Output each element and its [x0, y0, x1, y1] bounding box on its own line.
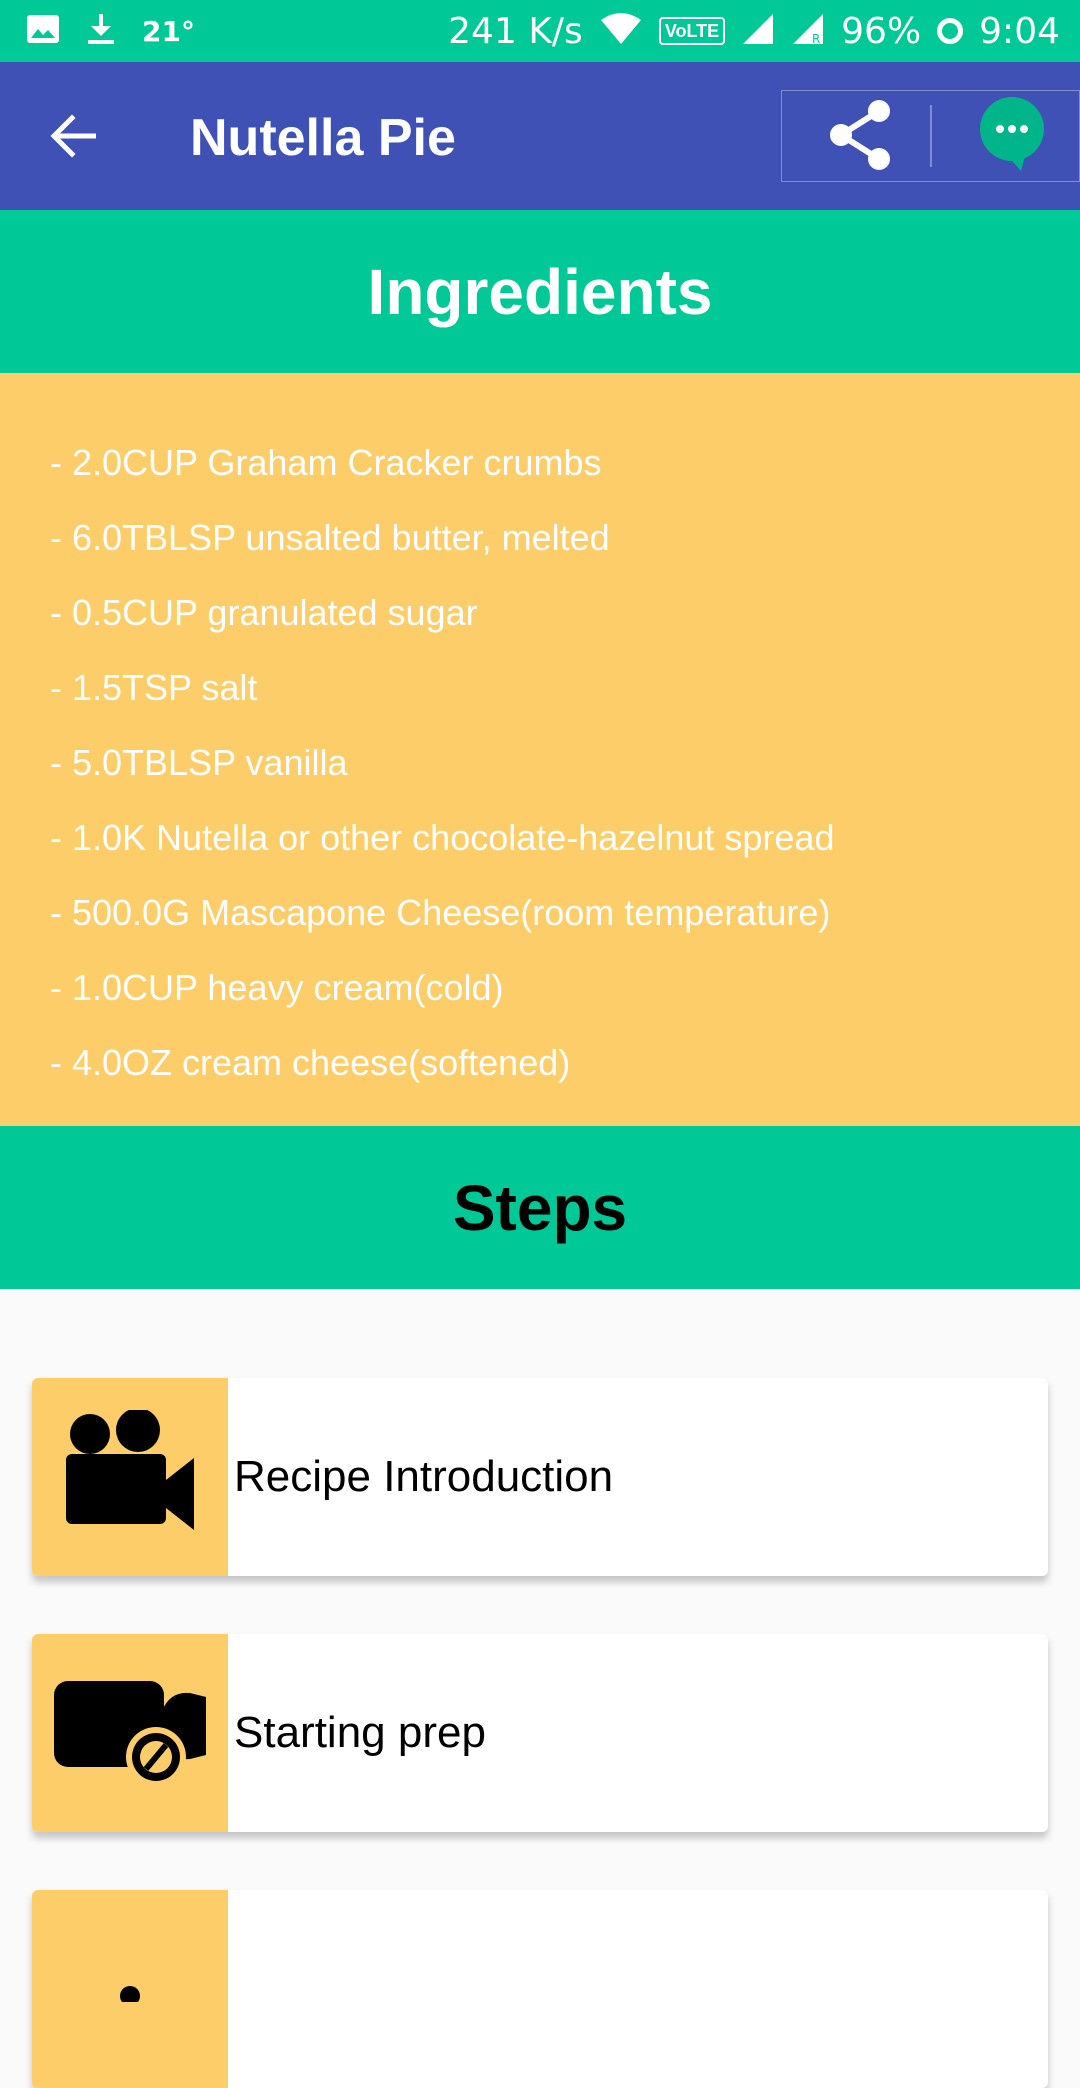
chat-bubble-icon: [977, 96, 1047, 178]
step-thumbnail: [32, 1634, 228, 1832]
ingredient-item: - 5.0TBLSP vanilla: [50, 742, 348, 783]
page-title: Nutella Pie: [190, 109, 456, 167]
status-bar-right: 241 K/s VoLTE R 96% 9:04: [432, 11, 1060, 52]
signal-icon: [741, 12, 775, 51]
ingredient-item: - 0.5CUP granulated sugar: [50, 592, 478, 633]
app-bar-actions: [781, 90, 1080, 182]
signal-roaming-icon: R: [791, 12, 825, 51]
step-label: Starting prep: [234, 1708, 486, 1757]
ingredients-header: Ingredients: [0, 210, 1080, 373]
ingredient-item: - 500.0G Mascapone Cheese(room temperatu…: [50, 892, 831, 933]
share-button[interactable]: [822, 99, 898, 175]
step-card-starting-prep[interactable]: Starting prep: [32, 1634, 1048, 1832]
download-icon: [84, 12, 118, 51]
steps-header: Steps: [0, 1126, 1080, 1289]
action-divider: [930, 105, 932, 167]
image-icon: [26, 14, 60, 49]
volte-icon: VoLTE: [658, 17, 726, 45]
status-bar: 21° 241 K/s VoLTE R 96% 9:04: [0, 0, 1080, 62]
ingredient-item: - 1.0K Nutella or other chocolate-hazeln…: [50, 817, 835, 858]
ingredients-list: - 2.0CUP Graham Cracker crumbs - 6.0TBLS…: [0, 373, 1080, 1126]
video-camera-icon: [100, 1972, 160, 2007]
network-speed-text: 241 K/s: [448, 10, 583, 52]
temperature-text: 21°: [142, 14, 195, 48]
battery-percent-text: 96%: [841, 10, 922, 52]
ingredient-item: - 2.0CUP Graham Cracker crumbs: [50, 442, 602, 483]
ingredient-item: - 6.0TBLSP unsalted butter, melted: [50, 517, 610, 558]
ingredient-item: - 1.0CUP heavy cream(cold): [50, 967, 504, 1008]
wifi-icon: [599, 12, 643, 51]
arrow-back-icon: [48, 113, 97, 163]
clock-text: 9:04: [979, 10, 1060, 52]
video-camera-icon: [60, 1407, 200, 1545]
ingredient-item: - 4.0OZ cream cheese(softened): [50, 1042, 571, 1083]
step-card-recipe-introduction[interactable]: Recipe Introduction: [32, 1378, 1048, 1576]
chat-button[interactable]: [972, 95, 1052, 179]
svg-text:R: R: [812, 32, 820, 46]
ingredient-item: - 1.5TSP salt: [50, 667, 258, 708]
status-bar-left: 21°: [26, 12, 219, 51]
app-bar: Nutella Pie: [0, 62, 1080, 210]
battery-ring-icon: [937, 18, 964, 44]
step-thumbnail: [32, 1378, 228, 1576]
share-icon: [827, 99, 893, 176]
step-label: Recipe Introduction: [234, 1452, 614, 1501]
back-button[interactable]: [40, 106, 104, 170]
video-off-icon: [50, 1671, 210, 1796]
